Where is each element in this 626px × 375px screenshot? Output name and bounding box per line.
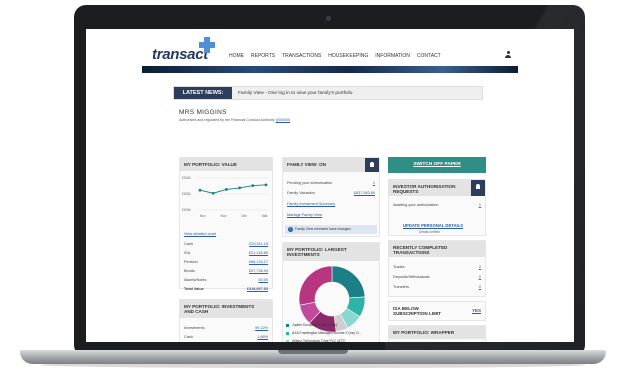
data-point[interactable] <box>198 188 202 192</box>
laptop-screen: transact HOME REPORTS TRANSACTIONS HOUSE… <box>86 29 574 342</box>
news-text[interactable]: Family View - One log in to view your fa… <box>238 91 352 96</box>
nav-contact[interactable]: CONTACT <box>417 53 441 59</box>
logo-plus-icon <box>199 37 215 53</box>
nav-transactions[interactable]: TRANSACTIONS <box>282 53 321 59</box>
nav-housekeeping[interactable]: HOUSEKEEPING <box>328 53 368 59</box>
legend-item: Jupiter European Fund Y (Inc) <box>286 323 337 327</box>
series-line <box>199 184 267 194</box>
data-point[interactable] <box>225 188 228 191</box>
wrapper-donut <box>418 340 458 342</box>
portfolio-value-row: Bonds £57,736.94 <box>184 269 268 273</box>
y-tick-label: £200k <box>182 192 191 196</box>
camera-icon <box>326 16 331 21</box>
data-point[interactable] <box>251 184 255 188</box>
x-tick-label: Dec <box>241 214 247 218</box>
deposits-row: Deposits/Withdrawals 2 <box>393 275 481 279</box>
header-banner <box>142 66 518 73</box>
news-label: LATEST NEWS: <box>174 87 232 99</box>
investments-row: Investments 99.12% <box>184 326 268 330</box>
x-tick-label: Mar <box>262 214 268 218</box>
portfolio-value-row: Total Value £318,067.53 <box>184 287 268 291</box>
legend-item: AXA Framlington Managed Income Z (Inc) G… <box>286 331 362 335</box>
trades-row: Trades 2 <box>393 265 481 269</box>
client-name: MRS MIGGINS <box>179 109 227 116</box>
card-title: FAMILY VIEW: ON <box>287 162 326 167</box>
x-tick-label: Nov <box>221 214 227 218</box>
family-view-notice: Family View members have changed <box>285 225 377 234</box>
card-title: ISA BELOW SUBSCRIPTION LIMIT <box>393 306 441 316</box>
fca-statement: Authorised and regulated by the Financia… <box>179 118 291 122</box>
portfolio-value-chart: £310k £200k £100k Nov Nov Dec Mar <box>182 176 268 218</box>
donut-slice[interactable] <box>331 265 366 299</box>
legend-swatch <box>286 339 289 342</box>
x-tick-label: Nov <box>200 214 206 218</box>
main-nav: HOME REPORTS TRANSACTIONS HOUSEKEEPING I… <box>229 53 441 59</box>
y-tick-label: £310k <box>182 176 191 180</box>
donut-slice[interactable] <box>298 265 333 306</box>
manage-family-link[interactable]: Manage Family View <box>287 213 322 217</box>
isa-limit-value[interactable]: YES <box>472 308 481 313</box>
portfolio-value-row: ISA £21,146.89 <box>184 251 268 255</box>
card-title: RECENTLY COMPLETED TRANSACTIONS <box>393 245 448 255</box>
legend-swatch <box>286 323 289 327</box>
investor-auth-card: INVESTOR AUTHORISATION REQUESTS Awaiting… <box>388 179 486 236</box>
investments-cash-card: MY PORTFOLIO: INVESTMENTS AND CASH Inves… <box>179 299 273 342</box>
details-verified-text: Details verified <box>419 230 440 234</box>
card-title: MY PORTFOLIO: INVESTMENTS AND CASH <box>184 304 255 314</box>
nav-home[interactable]: HOME <box>229 53 244 59</box>
awaiting-row: Awaiting your authorisation 1 <box>393 203 481 207</box>
recent-transactions-card: RECENTLY COMPLETED TRANSACTIONS Trades 2 … <box>388 240 486 297</box>
portfolio-value-row: Pension £66,134.17 <box>184 260 268 264</box>
portfolio-value-row: Assets/Notes £0.00 <box>184 278 268 282</box>
card-title: MY PORTFOLIO: LARGEST INVESTMENTS <box>287 247 347 257</box>
data-point[interactable] <box>264 183 268 187</box>
laptop-base <box>20 350 606 364</box>
data-point[interactable] <box>211 191 215 195</box>
pending-row: Pending your authorisation 1 <box>287 181 375 185</box>
portfolio-value-card: MY PORTFOLIO: VALUE £310k £200k £100k Nov No… <box>179 157 273 291</box>
bell-icon[interactable] <box>471 180 485 196</box>
isa-limit-card: ISA BELOW SUBSCRIPTION LIMIT YES <box>388 301 486 321</box>
website: transact HOME REPORTS TRANSACTIONS HOUSE… <box>142 29 518 342</box>
largest-investments-card: MY PORTFOLIO: LARGEST INVESTMENTS <box>282 242 380 342</box>
fca-number-link[interactable]: (000000) <box>276 118 290 122</box>
portfolio-value-row: Cash £33,911.18 <box>184 242 268 246</box>
bell-icon[interactable] <box>365 158 379 172</box>
user-icon[interactable] <box>505 51 511 58</box>
data-point[interactable] <box>238 186 241 190</box>
switch-off-paper-button[interactable]: SWITCH OFF PAPER <box>388 157 486 173</box>
card-title: MY PORTFOLIO: VALUE <box>184 162 237 167</box>
update-personal-details-link[interactable]: UPDATE PERSONAL DETAILS <box>403 223 463 228</box>
card-title: MY PORTFOLIO: WRAPPER <box>393 330 455 335</box>
card-title: INVESTOR AUTHORISATION REQUESTS <box>393 184 456 194</box>
wrapper-card: MY PORTFOLIO: WRAPPER <box>388 325 486 342</box>
laptop-mockup: transact HOME REPORTS TRANSACTIONS HOUSE… <box>0 0 626 375</box>
legend-swatch <box>286 331 289 335</box>
cash-row: Cash 1.88% <box>184 335 268 339</box>
news-bar: LATEST NEWS: Family View - One log in to… <box>173 86 483 100</box>
legend-item: Allianz Technology Trust PLC (ATT) <box>286 339 345 342</box>
family-valuation-row: Family Valuation £837,383.85 <box>287 191 375 195</box>
view-detailed-chart-link[interactable]: View detailed chart <box>184 232 216 236</box>
y-tick-label: £100k <box>182 208 191 212</box>
nav-reports[interactable]: REPORTS <box>251 53 275 59</box>
nav-information[interactable]: INFORMATION <box>375 53 410 59</box>
transfers-row: Transfers 2 <box>393 285 481 289</box>
family-summary-link[interactable]: Family Investment Summary <box>287 202 335 206</box>
